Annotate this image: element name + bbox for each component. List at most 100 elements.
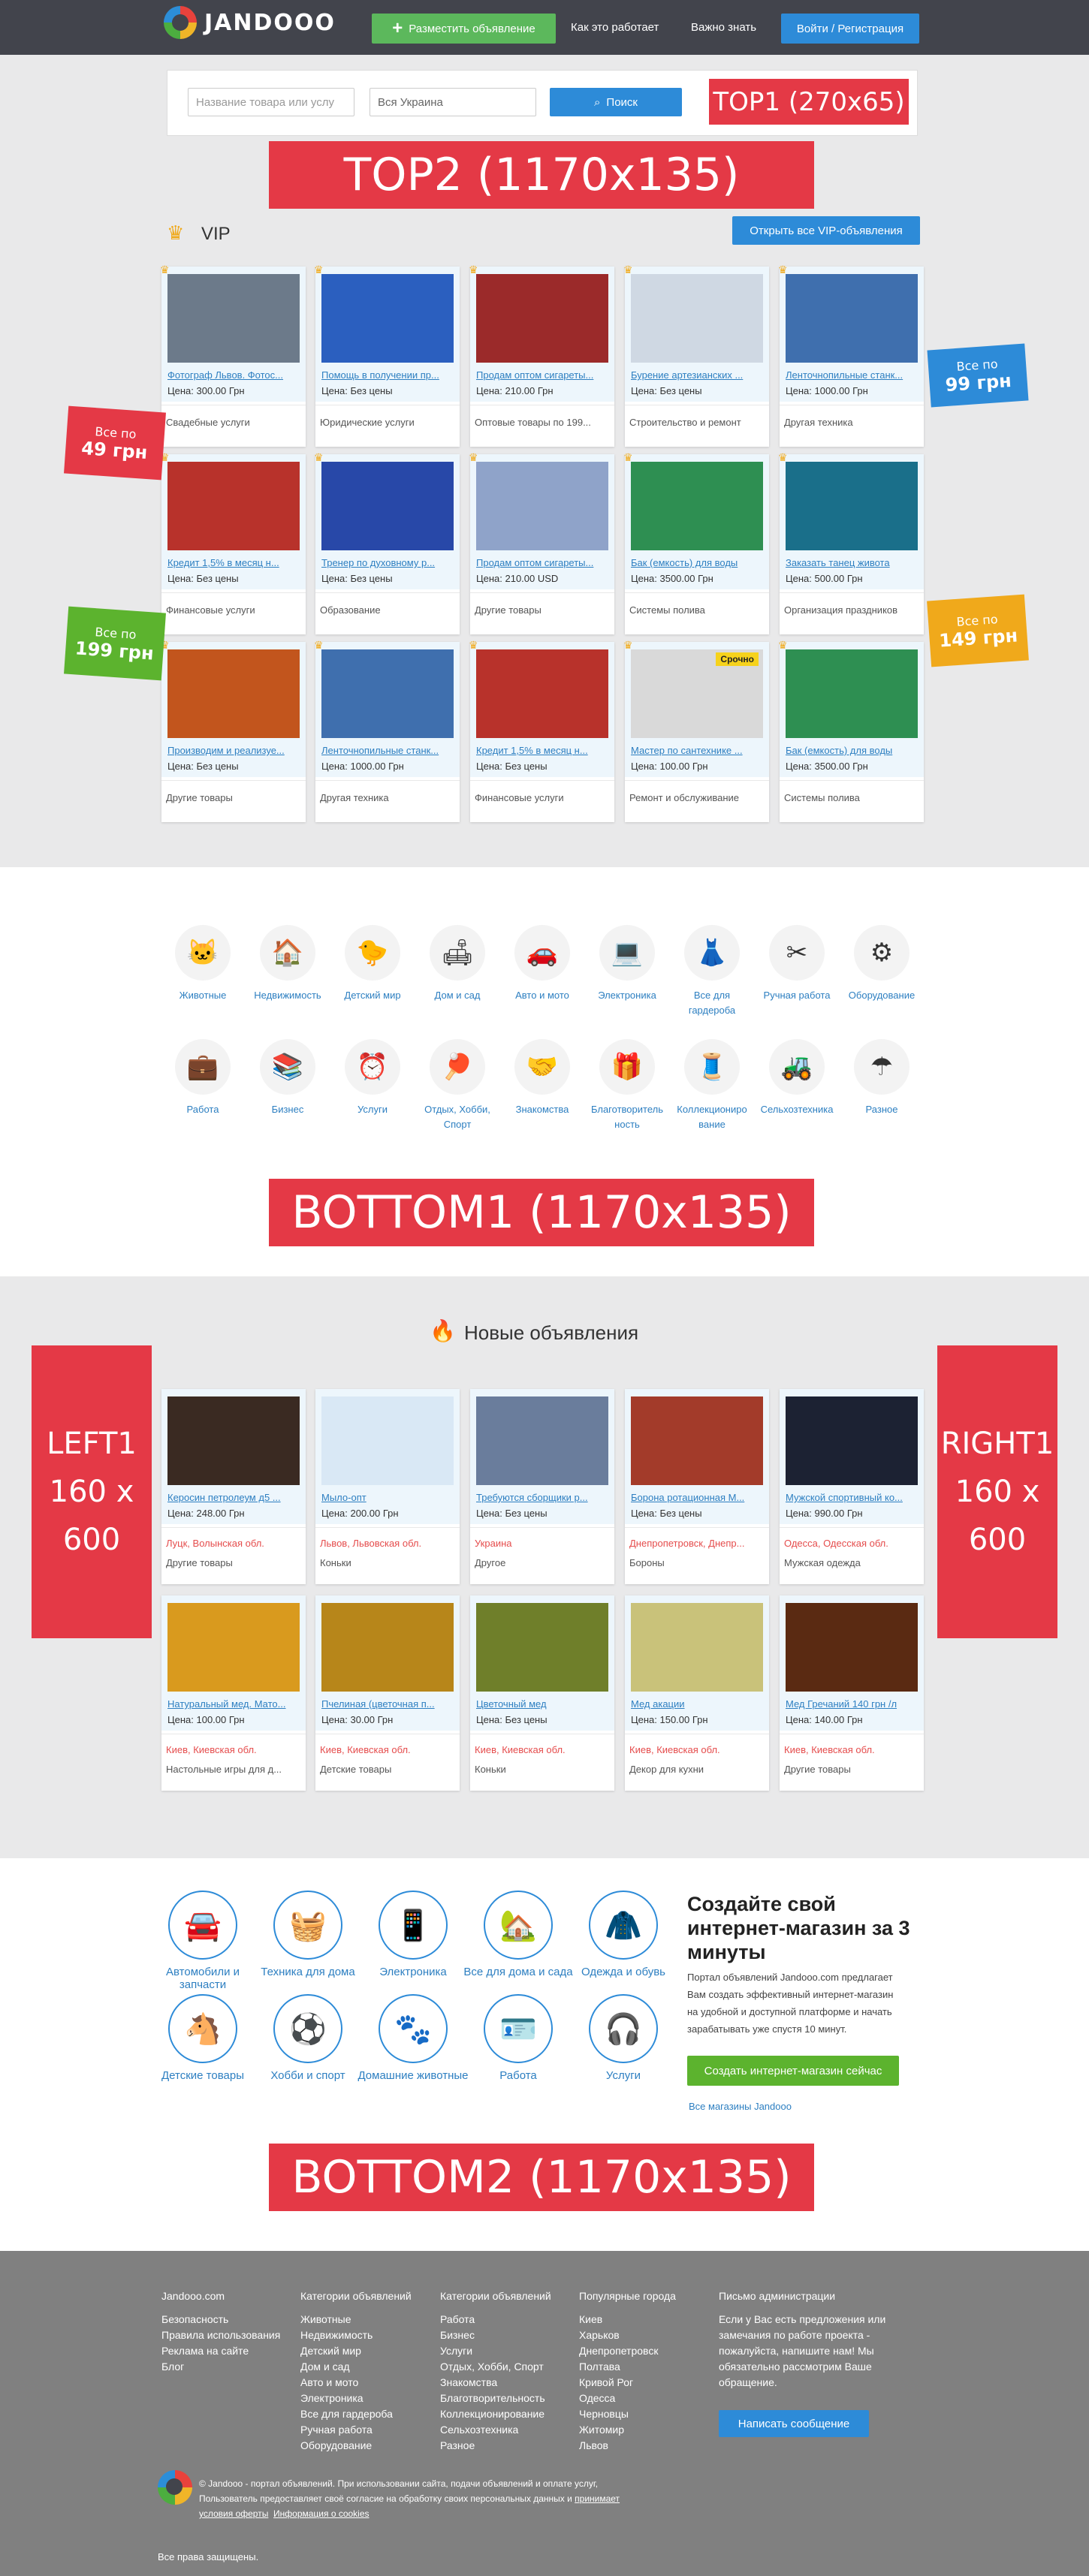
open-all-vip-button[interactable]: Открыть все VIP-объявления	[732, 216, 920, 245]
ad-category[interactable]: Финансовые услуги	[166, 604, 303, 616]
search-button[interactable]: ⌕ Поиск	[550, 88, 682, 116]
banner-top1[interactable]: TOP1 (270x65)	[707, 77, 910, 126]
ad-title-link[interactable]: Ленточнопильные станк...	[786, 369, 918, 381]
footer-link[interactable]: Работа	[440, 2312, 575, 2327]
ad-title-link[interactable]: Бак (емкость) для воды	[631, 557, 763, 568]
vip-card[interactable]: ♛ Кредит 1,5% в месяц н... Цена: Без цены Ф…	[160, 452, 306, 634]
ad-title-link[interactable]: Фотограф Львов. Фотос...	[167, 369, 300, 381]
footer-link[interactable]: Безопасность	[161, 2312, 297, 2327]
footer-link[interactable]: Реклама на сайте	[161, 2343, 297, 2359]
new-ad-card[interactable]: Мыло-опт Цена: 200.00 Грн Львов, Львовская…	[315, 1389, 460, 1584]
category-item[interactable]: 🚜 Сельхозтехника	[756, 1039, 838, 1117]
footer-link[interactable]: Услуги	[440, 2343, 575, 2359]
footer-link[interactable]: Бизнес	[440, 2327, 575, 2343]
new-ad-card[interactable]: Мужской спортивный ко... Цена: 990.00 Грн…	[780, 1389, 924, 1584]
footer-offer-link[interactable]: условия оферты	[199, 2508, 268, 2519]
ad-title-link[interactable]: Мастер по сантехнике ...	[631, 745, 763, 756]
ad-category[interactable]: Системы полива	[629, 604, 766, 616]
nav-important[interactable]: Важно знать	[691, 21, 756, 34]
footer-link[interactable]: Знакомства	[440, 2375, 575, 2391]
ad-title-link[interactable]: Натуральный мед. Мато...	[167, 1698, 300, 1710]
category-item[interactable]: 🧵 Коллекциониро вание	[671, 1039, 753, 1132]
new-ad-card[interactable]: Борона ротационная М... Цена: Без цены Дне…	[625, 1389, 769, 1584]
ad-photo[interactable]	[476, 1603, 608, 1692]
shop-category[interactable]: 🚘 Автомобили и запчасти	[146, 1891, 259, 1991]
ad-category[interactable]: Финансовые услуги	[475, 792, 611, 803]
new-ad-card[interactable]: Цветочный мед Цена: Без цены Киев, Киевска…	[470, 1595, 614, 1791]
footer-link[interactable]: Животные	[300, 2312, 436, 2327]
ad-category[interactable]: Образование	[320, 604, 457, 616]
footer-link[interactable]: Львов	[579, 2438, 714, 2454]
ad-title-link[interactable]: Мыло-опт	[321, 1492, 454, 1503]
vip-card[interactable]: ♛ Продам оптом сигареты... Цена: 210.00 Гр…	[469, 264, 614, 447]
category-item[interactable]: 🏠 Недвижимость	[246, 925, 329, 1003]
ad-photo[interactable]	[631, 274, 763, 363]
ad-title-link[interactable]: Кредит 1,5% в месяц н...	[167, 557, 300, 568]
vip-card[interactable]: ♛ Фотограф Львов. Фотос... Цена: 300.00 Гр…	[160, 264, 306, 447]
shop-category[interactable]: 🐾 Домашние животные	[357, 1994, 469, 2082]
new-ad-card[interactable]: Мед акации Цена: 150.00 Грн Киев, Киевская…	[625, 1595, 769, 1791]
ad-photo[interactable]	[321, 274, 454, 363]
footer-link[interactable]: Сельхозтехника	[440, 2422, 575, 2438]
footer-link[interactable]: Оборудование	[300, 2438, 436, 2454]
footer-link[interactable]: Детский мир	[300, 2343, 436, 2359]
ad-photo[interactable]	[786, 1603, 918, 1692]
ad-title-link[interactable]: Тренер по духовному р...	[321, 557, 454, 568]
shop-category[interactable]: 📱 Электроника	[357, 1891, 469, 1978]
banner-top2[interactable]: TOP2 (1170x135)	[269, 141, 814, 209]
price-flag[interactable]: Все по 199 грн	[64, 606, 166, 681]
vip-card[interactable]: ♛ Ленточнопильные станк... Цена: 1000.00 Г…	[314, 640, 460, 822]
ad-category[interactable]: Декор для кухни	[629, 1764, 766, 1775]
new-ad-card[interactable]: Требуются сборщики р... Цена: Без цены Укр…	[470, 1389, 614, 1584]
price-flag[interactable]: Все по 149 грн	[927, 594, 1029, 667]
ad-title-link[interactable]: Борона ротационная М...	[631, 1492, 763, 1503]
ad-category[interactable]: Организация праздников	[784, 604, 921, 616]
shop-category[interactable]: 🪪 Работа	[462, 1994, 575, 2082]
ad-category[interactable]: Настольные игры для д...	[166, 1764, 303, 1775]
footer-link[interactable]: Житомир	[579, 2422, 714, 2438]
category-item[interactable]: ☂ Разное	[840, 1039, 923, 1117]
category-item[interactable]: ⏰ Услуги	[331, 1039, 414, 1117]
category-item[interactable]: 🐱 Животные	[161, 925, 244, 1003]
ad-photo[interactable]	[476, 274, 608, 363]
footer-link[interactable]: Ручная работа	[300, 2422, 436, 2438]
ad-photo[interactable]	[321, 649, 454, 738]
login-button[interactable]: Войти / Регистрация	[781, 14, 919, 44]
category-item[interactable]: 🎁 Благотворитель ность	[586, 1039, 668, 1132]
create-shop-button[interactable]: Создать интернет-магазин сейчас	[687, 2056, 899, 2086]
category-item[interactable]: 📚 Бизнес	[246, 1039, 329, 1117]
ad-category[interactable]: Мужская одежда	[784, 1557, 921, 1568]
ad-photo[interactable]	[167, 274, 300, 363]
ad-category[interactable]: Другие товары	[475, 604, 611, 616]
ad-photo[interactable]: Срочно	[631, 649, 763, 738]
ad-title-link[interactable]: Керосин петролеум д5 ...	[167, 1492, 300, 1503]
new-ad-card[interactable]: Натуральный мед. Мато... Цена: 100.00 Грн…	[161, 1595, 306, 1791]
ad-title-link[interactable]: Заказать танец живота	[786, 557, 918, 568]
write-message-button[interactable]: Написать сообщение	[719, 2410, 869, 2437]
footer-link[interactable]: Все для гардероба	[300, 2406, 436, 2422]
vip-card[interactable]: ♛ Продам оптом сигареты... Цена: 210.00 US…	[469, 452, 614, 634]
shop-category[interactable]: 🧥 Одежда и обувь	[567, 1891, 680, 1978]
vip-card[interactable]: ♛ Ленточнопильные станк... Цена: 1000.00 Г…	[778, 264, 924, 447]
ad-category[interactable]: Коньки	[475, 1764, 611, 1775]
footer-link[interactable]: Коллекционирование	[440, 2406, 575, 2422]
ad-photo[interactable]	[786, 649, 918, 738]
price-flag[interactable]: Все по 49 грн	[64, 405, 166, 481]
vip-card[interactable]: ♛ Помощь в получении пр... Цена: Без цены Ю…	[314, 264, 460, 447]
search-input[interactable]: Название товара или услу	[188, 88, 354, 116]
category-item[interactable]: 🤝 Знакомства	[501, 1039, 584, 1117]
footer-link[interactable]: Недвижимость	[300, 2327, 436, 2343]
vip-card[interactable]: ♛ Бурение артезианских ... Цена: Без цены С…	[623, 264, 769, 447]
ad-photo[interactable]	[631, 1396, 763, 1485]
footer-link[interactable]: Отдых, Хобби, Спорт	[440, 2359, 575, 2375]
shop-category[interactable]: 🧺 Техника для дома	[252, 1891, 364, 1978]
ad-photo[interactable]	[321, 1603, 454, 1692]
ad-category[interactable]: Другие товары	[166, 792, 303, 803]
ad-photo[interactable]	[631, 462, 763, 550]
ad-title-link[interactable]: Ленточнопильные станк...	[321, 745, 454, 756]
footer-link[interactable]: Черновцы	[579, 2406, 714, 2422]
ad-photo[interactable]	[786, 1396, 918, 1485]
ad-title-link[interactable]: Бак (емкость) для воды	[786, 745, 918, 756]
ad-title-link[interactable]: Продам оптом сигареты...	[476, 369, 608, 381]
category-item[interactable]: 🛋 Дом и сад	[416, 925, 499, 1003]
